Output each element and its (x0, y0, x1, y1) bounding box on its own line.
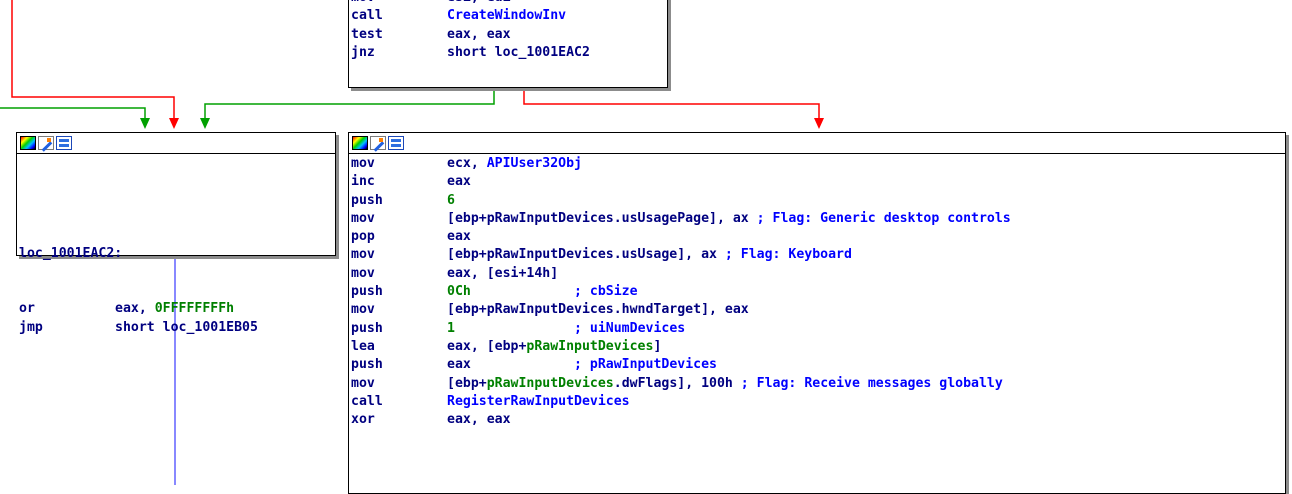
instruction-operand: pRawInputDevices (486, 375, 614, 391)
code-line[interactable]: call CreateWindowInv (351, 7, 667, 25)
code-line[interactable]: push eax ; pRawInputDevices (351, 356, 1285, 374)
arrowhead-red-left (169, 118, 179, 129)
instruction-operand: eax (447, 174, 471, 190)
graph-view-icon[interactable] (56, 136, 72, 150)
instruction-operand: ] (653, 338, 662, 354)
instruction-mnemonic: call (351, 393, 383, 409)
instruction-mnemonic: push (351, 320, 383, 336)
code-line[interactable]: mov [ebp+pRawInputDevices.hwndTarget], ea… (351, 301, 1285, 319)
instruction-operand: 6 (447, 192, 455, 208)
code-line[interactable]: call RegisterRawInputDevices (351, 393, 1285, 411)
instruction-operand: esi, edi (447, 0, 511, 7)
instruction-operand: 0Ch (447, 284, 471, 300)
instruction-operand: eax, (115, 301, 155, 317)
instruction-mnemonic: or (19, 301, 35, 317)
false-branch-edge (523, 86, 820, 120)
instruction-operand: 1 (447, 320, 455, 336)
code-line[interactable]: or eax, 0FFFFFFFFh (19, 300, 335, 318)
code-line[interactable]: inc eax (351, 173, 1285, 191)
instruction-mnemonic: xor (351, 412, 375, 428)
code-line[interactable]: test eax, eax (351, 26, 667, 44)
instruction-mnemonic: mov (351, 375, 375, 391)
left-code-lines: loc_1001EAC2: or eax, 0FFFFFFFFh jmp short … (17, 154, 335, 374)
instruction-operand: ; uiNumDevices (454, 320, 686, 336)
code-line[interactable]: mov eax, [esi+14h] (351, 265, 1285, 283)
code-line[interactable]: mov [ebp+ pRawInputDevices .dwFlags], 100h … (351, 375, 1285, 393)
instruction-mnemonic: push (351, 192, 383, 208)
instruction-mnemonic: mov (351, 156, 375, 171)
arrowhead-green-right (200, 118, 210, 129)
instruction-mnemonic: lea (351, 338, 375, 354)
right-block-titlebar (349, 133, 1285, 154)
code-line[interactable]: movesi, edi (351, 0, 667, 7)
code-line[interactable]: mov ecx, APIUser32Obj (351, 155, 1285, 173)
instruction-mnemonic: mov (351, 302, 375, 318)
instruction-operand: [ebp+pRawInputDevices.usUsagePage], ax (447, 210, 757, 226)
code-line[interactable]: pop eax (351, 228, 1285, 246)
instruction-operand: ; Flag: Receive messages globally (740, 375, 1003, 391)
instruction-operand: short loc_1001EAC2 (447, 44, 590, 60)
instruction-operand[interactable]: APIUser32Obj (487, 155, 582, 173)
left-block-titlebar (17, 133, 335, 154)
instruction-mnemonic: mov (351, 210, 375, 226)
instruction-operand[interactable]: RegisterRawInputDevices (447, 393, 630, 411)
top-code-lines: movesi, edicallCreateWindowInvtesteax, e… (349, 0, 667, 62)
code-line[interactable]: push 6 (351, 192, 1285, 210)
instruction-operand: pRawInputDevices (526, 338, 654, 354)
instruction-operand[interactable]: CreateWindowInv (447, 7, 566, 25)
code-line[interactable]: lea eax, [ebp+ pRawInputDevices] (351, 338, 1285, 356)
instruction-mnemonic: pop (351, 229, 375, 245)
true-branch-edge-left (0, 107, 146, 120)
instruction-operand: eax (447, 357, 471, 373)
true-branch-edge (204, 86, 495, 120)
instruction-operand: [ebp+pRawInputDevices.hwndTarget], eax (447, 302, 749, 318)
instruction-mnemonic: push (351, 284, 383, 300)
instruction-operand: .dwFlags], 100h (613, 375, 741, 391)
arrowhead-red-right (814, 118, 824, 129)
graph-view-icon[interactable] (388, 136, 404, 150)
instruction-mnemonic: mov (351, 247, 375, 263)
instruction-mnemonic: call (351, 8, 383, 24)
top-code-block[interactable]: movesi, edicallCreateWindowInvtesteax, e… (348, 0, 668, 88)
instruction-mnemonic: test (351, 26, 383, 42)
code-line[interactable]: push 1 ; uiNumDevices (351, 320, 1285, 338)
instruction-mnemonic: mov (351, 0, 447, 7)
instruction-operand: [ebp+pRawInputDevices.usUsage], ax (447, 247, 725, 263)
instruction-operand: short loc_1001EB05 (115, 319, 258, 335)
instruction-mnemonic: jnz (351, 44, 375, 60)
instruction-operand: ; pRawInputDevices (470, 357, 717, 373)
instruction-operand: ; cbSize (470, 284, 638, 300)
code-line[interactable]: mov [ebp+pRawInputDevices.usUsagePage], a… (351, 210, 1285, 228)
code-line[interactable]: jmp short loc_1001EB05 (19, 319, 335, 337)
edit-comment-icon[interactable] (38, 136, 54, 150)
instruction-mnemonic: inc (351, 174, 375, 190)
right-code-block[interactable]: mov ecx, APIUser32Obj inc eax push 6 mov [ebp+p… (348, 132, 1286, 494)
instruction-operand: 0FFFFFFFFh (154, 301, 235, 317)
instruction-operand: eax, [esi+14h] (447, 265, 559, 281)
right-code-lines: mov ecx, APIUser32Obj inc eax push 6 mov [ebp+p… (349, 154, 1285, 429)
instruction-operand: eax, [ebp+ (447, 338, 527, 354)
left-code-block[interactable]: loc_1001EAC2: or eax, 0FFFFFFFFh jmp short … (16, 132, 336, 335)
color-palette-icon[interactable] (20, 136, 36, 150)
instruction-mnemonic: mov (351, 265, 375, 281)
edit-comment-icon[interactable] (370, 136, 386, 150)
instruction-operand: eax (447, 229, 471, 245)
block-label[interactable]: loc_1001EAC2: (19, 245, 335, 263)
code-line[interactable]: xor eax, eax (351, 411, 1285, 429)
arrowhead-green-left (140, 118, 150, 129)
instruction-mnemonic: push (351, 357, 383, 373)
color-palette-icon[interactable] (352, 136, 368, 150)
code-line[interactable]: mov [ebp+pRawInputDevices.usUsage], ax ; … (351, 246, 1285, 264)
instruction-operand: eax, eax (447, 412, 511, 428)
code-line[interactable]: push 0Ch ; cbSize (351, 283, 1285, 301)
instruction-operand: ; Flag: Keyboard (724, 247, 852, 263)
instruction-operand: ; Flag: Generic desktop controls (756, 210, 1011, 226)
code-line[interactable]: jnz short loc_1001EAC2 (351, 44, 667, 62)
instruction-operand: [ebp+ (447, 375, 487, 391)
false-branch-edge-left (11, 0, 175, 120)
instruction-mnemonic: jmp (19, 319, 43, 335)
instruction-operand: eax, eax (447, 26, 511, 42)
instruction-operand: ecx, (447, 156, 487, 171)
